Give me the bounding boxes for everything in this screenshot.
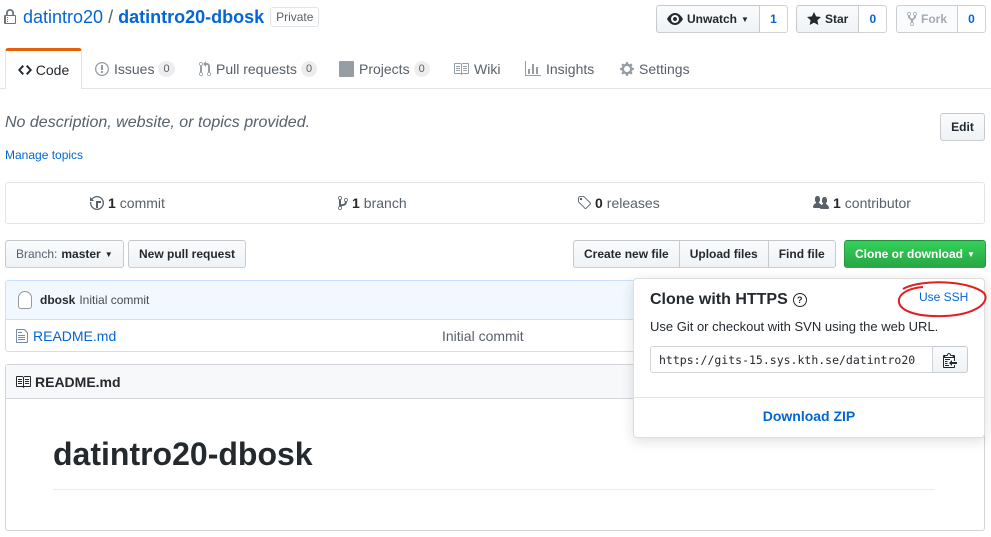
file-name-link[interactable]: README.md <box>33 328 116 344</box>
avatar[interactable] <box>18 291 32 309</box>
new-pull-request-button[interactable]: New pull request <box>128 240 247 268</box>
commits-summary[interactable]: 1 commit <box>90 195 165 211</box>
tab-pull-requests[interactable]: Pull requests 0 <box>199 50 318 88</box>
graph-icon <box>525 61 541 76</box>
tab-projects-label: Projects <box>359 61 410 77</box>
code-icon <box>17 65 32 75</box>
fork-group: Fork 0 <box>896 5 987 33</box>
tab-pull-requests-label: Pull requests <box>216 61 297 77</box>
clone-popup-divider <box>634 397 984 398</box>
clone-popup: Clone with HTTPS ? Use SSH Use Git or ch… <box>633 278 987 438</box>
caret-down-icon: ▼ <box>741 14 749 24</box>
clone-instructions: Use Git or checkout with SVN using the w… <box>650 319 939 334</box>
clone-popup-title: Clone with HTTPS <box>650 291 788 308</box>
repo-name-link[interactable]: datintro20-dbosk <box>118 7 264 28</box>
manage-topics-link[interactable]: Manage topics <box>5 148 83 162</box>
issue-icon <box>95 62 109 76</box>
commits-count: 1 <box>108 195 116 211</box>
tab-settings-label: Settings <box>639 61 690 77</box>
fork-label: Fork <box>921 12 948 26</box>
readme-filename: README.md <box>35 373 121 390</box>
caret-down-icon: ▼ <box>104 249 113 259</box>
clone-url-input[interactable] <box>650 346 933 373</box>
repo-owner-link[interactable]: datintro20 <box>23 7 103 28</box>
eye-icon <box>667 13 683 25</box>
readme-heading-rule <box>53 489 935 490</box>
commits-label: commit <box>119 195 165 211</box>
file-actions-group: Create new file Upload files Find file <box>573 240 836 268</box>
create-new-file-button[interactable]: Create new file <box>573 240 680 268</box>
stars-count[interactable]: 0 <box>859 5 888 33</box>
unwatch-button[interactable]: Unwatch ▼ <box>656 5 760 33</box>
branch-icon <box>338 196 348 210</box>
edit-button[interactable]: Edit <box>940 113 985 141</box>
branches-label: branch <box>363 195 407 211</box>
tab-pull-requests-count: 0 <box>300 61 318 77</box>
download-zip-link[interactable]: Download ZIP <box>634 408 984 424</box>
lock-icon <box>4 9 16 24</box>
unwatch-group: Unwatch ▼ 1 <box>656 5 788 33</box>
releases-summary[interactable]: 0 releases <box>577 195 660 211</box>
tab-issues-count: 0 <box>158 61 175 77</box>
history-icon <box>90 196 104 210</box>
branches-count: 1 <box>352 195 360 211</box>
tab-code[interactable]: Code <box>5 48 82 89</box>
project-icon <box>339 61 354 77</box>
tab-wiki-label: Wiki <box>474 61 501 77</box>
tabs-underline <box>0 88 991 89</box>
clone-or-download-button[interactable]: Clone or download ▼ <box>844 240 986 268</box>
contributors-label: contributor <box>844 195 911 211</box>
clone-or-download-label: Clone or download <box>855 247 963 261</box>
repo-title: datintro20 / datintro20-dbosk Private <box>4 6 320 28</box>
watchers-count[interactable]: 1 <box>759 5 788 33</box>
branch-name: master <box>61 247 101 261</box>
upload-files-button[interactable]: Upload files <box>679 240 769 268</box>
tab-settings[interactable]: Settings <box>620 50 690 88</box>
tab-issues[interactable]: Issues 0 <box>95 50 175 88</box>
tab-wiki[interactable]: Wiki <box>453 50 500 88</box>
repo-description: No description, website, or topics provi… <box>5 114 311 131</box>
find-file-button[interactable]: Find file <box>768 240 836 268</box>
tab-projects-count: 0 <box>413 61 430 77</box>
contributors-summary[interactable]: 1 contributor <box>813 195 911 211</box>
contributors-count: 1 <box>833 195 841 211</box>
file-commit-message[interactable]: Initial commit <box>442 328 524 344</box>
tag-icon <box>578 196 591 210</box>
branches-summary[interactable]: 1 branch <box>338 195 407 211</box>
question-icon[interactable]: ? <box>792 293 807 307</box>
tab-projects[interactable]: Projects 0 <box>339 50 430 88</box>
annotation-circle <box>897 281 987 318</box>
releases-label: releases <box>606 195 660 211</box>
clipboard-icon <box>943 352 957 368</box>
commit-message[interactable]: Initial commit <box>79 293 149 307</box>
branch-prefix: Branch: <box>16 247 58 261</box>
star-button[interactable]: Star <box>796 5 860 33</box>
clone-url-group <box>650 346 968 373</box>
caret-down-icon: ▼ <box>967 249 975 259</box>
gear-icon <box>620 62 634 76</box>
book-icon <box>16 375 31 388</box>
star-icon <box>807 12 821 25</box>
branch-select[interactable]: Branch: master ▼ <box>5 240 124 268</box>
commit-author[interactable]: dbosk <box>40 293 75 307</box>
readme-heading: datintro20-dbosk <box>53 436 313 472</box>
fork-button[interactable]: Fork <box>896 5 959 33</box>
fork-icon <box>907 11 917 27</box>
repo-separator: / <box>108 6 114 27</box>
pull-request-icon <box>199 61 211 77</box>
copy-url-button[interactable] <box>933 346 968 373</box>
star-group: Star 0 <box>796 5 888 33</box>
tab-issues-label: Issues <box>114 61 155 77</box>
forks-count[interactable]: 0 <box>958 5 987 33</box>
unwatch-label: Unwatch <box>687 12 738 26</box>
people-icon <box>813 196 829 209</box>
private-badge: Private <box>270 7 320 27</box>
tab-insights[interactable]: Insights <box>525 50 594 88</box>
star-label: Star <box>825 12 849 26</box>
releases-count: 0 <box>595 195 603 211</box>
tab-code-label: Code <box>35 62 70 78</box>
file-icon <box>16 329 28 343</box>
book-icon <box>454 63 469 75</box>
tab-insights-label: Insights <box>546 61 595 77</box>
